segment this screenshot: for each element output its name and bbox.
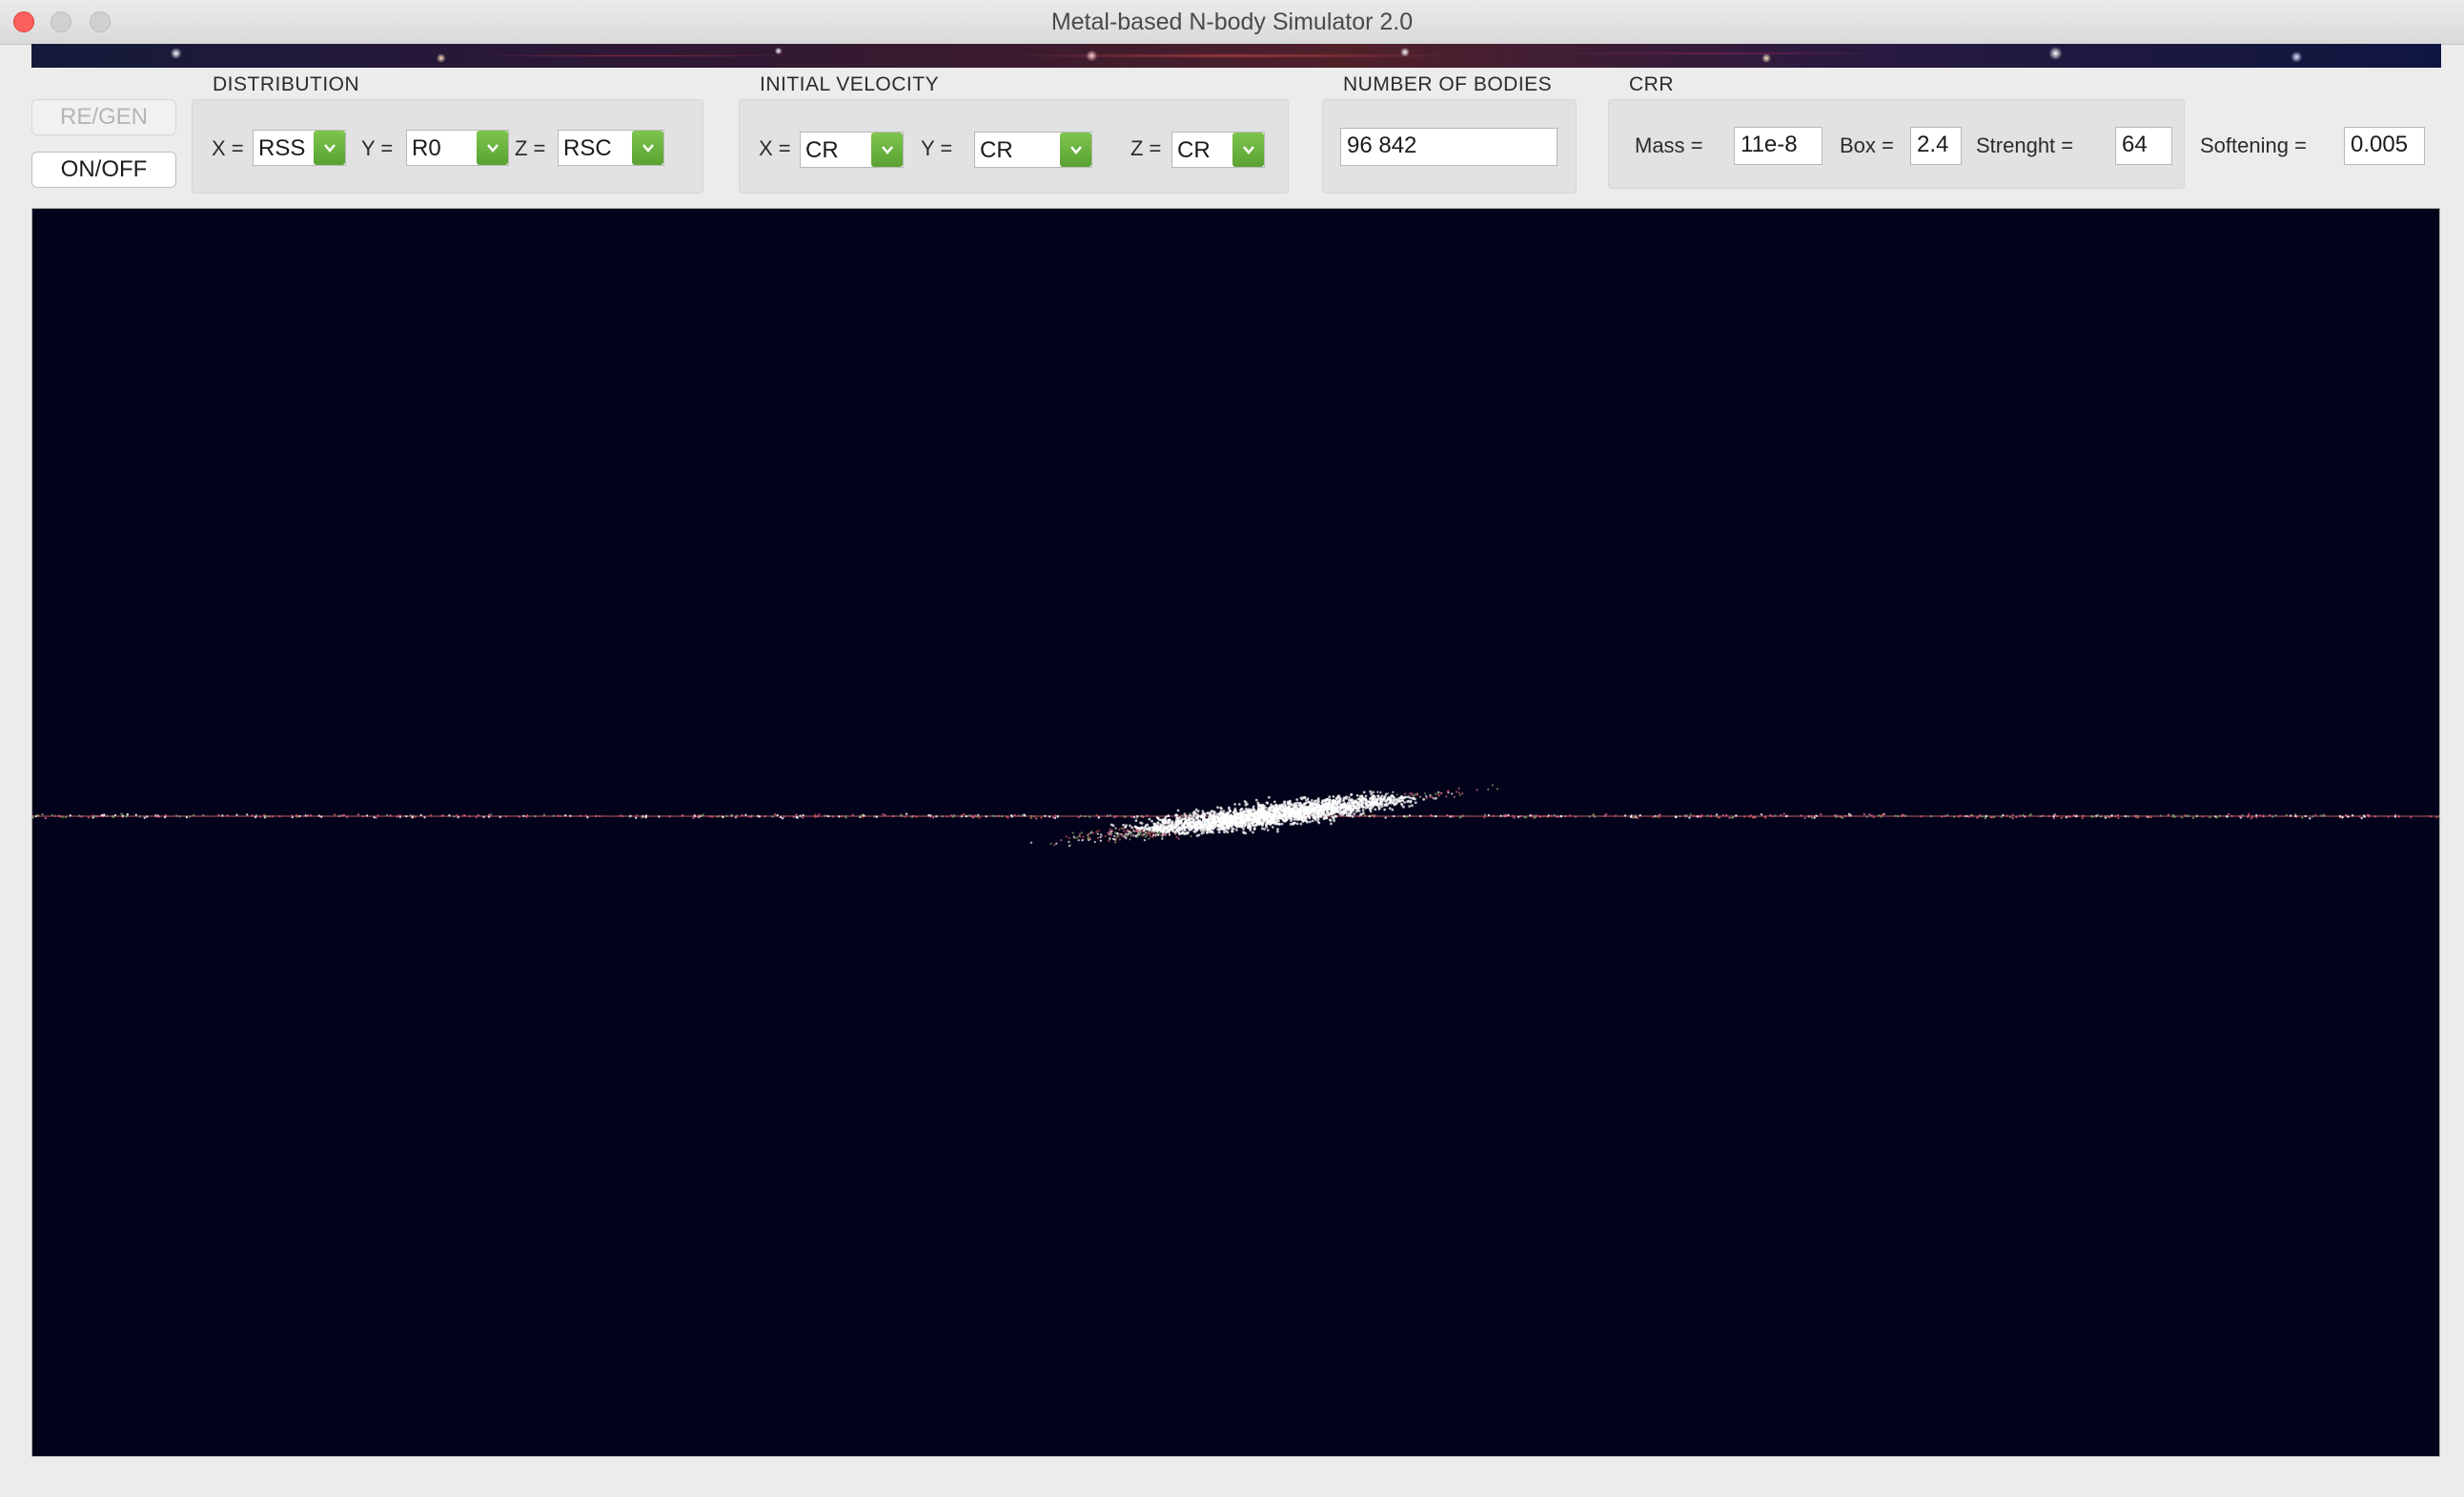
softening-label: Softening =	[2200, 133, 2307, 157]
chevron-down-icon[interactable]	[871, 133, 903, 167]
distribution-y-value: R0	[412, 135, 441, 161]
velocity-y-select[interactable]: CR	[974, 132, 1092, 168]
title-bar: Metal-based N-body Simulator 2.0	[0, 0, 2464, 45]
strength-label: Strenght =	[1976, 133, 2074, 157]
regen-button[interactable]: RE/GEN	[31, 99, 176, 135]
velocity-z-select[interactable]: CR	[1171, 132, 1265, 168]
distribution-title: DISTRIBUTION	[213, 73, 360, 95]
chevron-down-icon[interactable]	[632, 131, 663, 165]
distribution-x-select[interactable]: RSS	[253, 130, 346, 166]
velocity-y-label: Y =	[921, 136, 953, 160]
box-field[interactable]: 2.4	[1910, 127, 1962, 165]
bodies-count-field[interactable]: 96 842	[1340, 128, 1558, 166]
mass-field[interactable]: 11e-8	[1734, 127, 1823, 165]
distribution-x-label: X =	[212, 136, 244, 160]
app-window: Metal-based N-body Simulator 2.0 RE/GEN …	[0, 0, 2464, 1497]
chevron-down-icon[interactable]	[314, 131, 345, 165]
velocity-x-value: CR	[805, 137, 839, 163]
crr-title: CRR	[1629, 73, 1674, 95]
distribution-z-label: Z =	[515, 136, 546, 160]
onoff-button[interactable]: ON/OFF	[31, 152, 176, 188]
softening-field[interactable]: 0.005	[2344, 127, 2425, 165]
chevron-down-icon[interactable]	[477, 131, 508, 165]
strength-field[interactable]: 64	[2115, 127, 2172, 165]
mass-label: Mass =	[1635, 133, 1703, 157]
particle-field	[32, 784, 2439, 848]
initial-velocity-title: INITIAL VELOCITY	[760, 73, 940, 95]
velocity-x-select[interactable]: CR	[800, 132, 904, 168]
velocity-z-label: Z =	[1130, 136, 1162, 160]
chevron-down-icon[interactable]	[1060, 133, 1091, 167]
bodies-title: NUMBER OF BODIES	[1343, 73, 1553, 95]
distribution-z-value: RSC	[563, 135, 612, 161]
simulation-viewport[interactable]	[31, 208, 2440, 1457]
chevron-down-icon[interactable]	[1232, 133, 1264, 167]
window-title: Metal-based N-body Simulator 2.0	[1050, 9, 1414, 35]
distribution-y-label: Y =	[361, 136, 394, 160]
velocity-z-value: CR	[1177, 137, 1211, 163]
distribution-y-select[interactable]: R0	[406, 130, 509, 166]
distribution-x-value: RSS	[258, 135, 306, 161]
box-label: Box =	[1840, 133, 1894, 157]
starfield-banner	[31, 44, 2441, 68]
velocity-x-label: X =	[759, 136, 791, 160]
velocity-y-value: CR	[980, 137, 1013, 163]
distribution-z-select[interactable]: RSC	[558, 130, 664, 166]
